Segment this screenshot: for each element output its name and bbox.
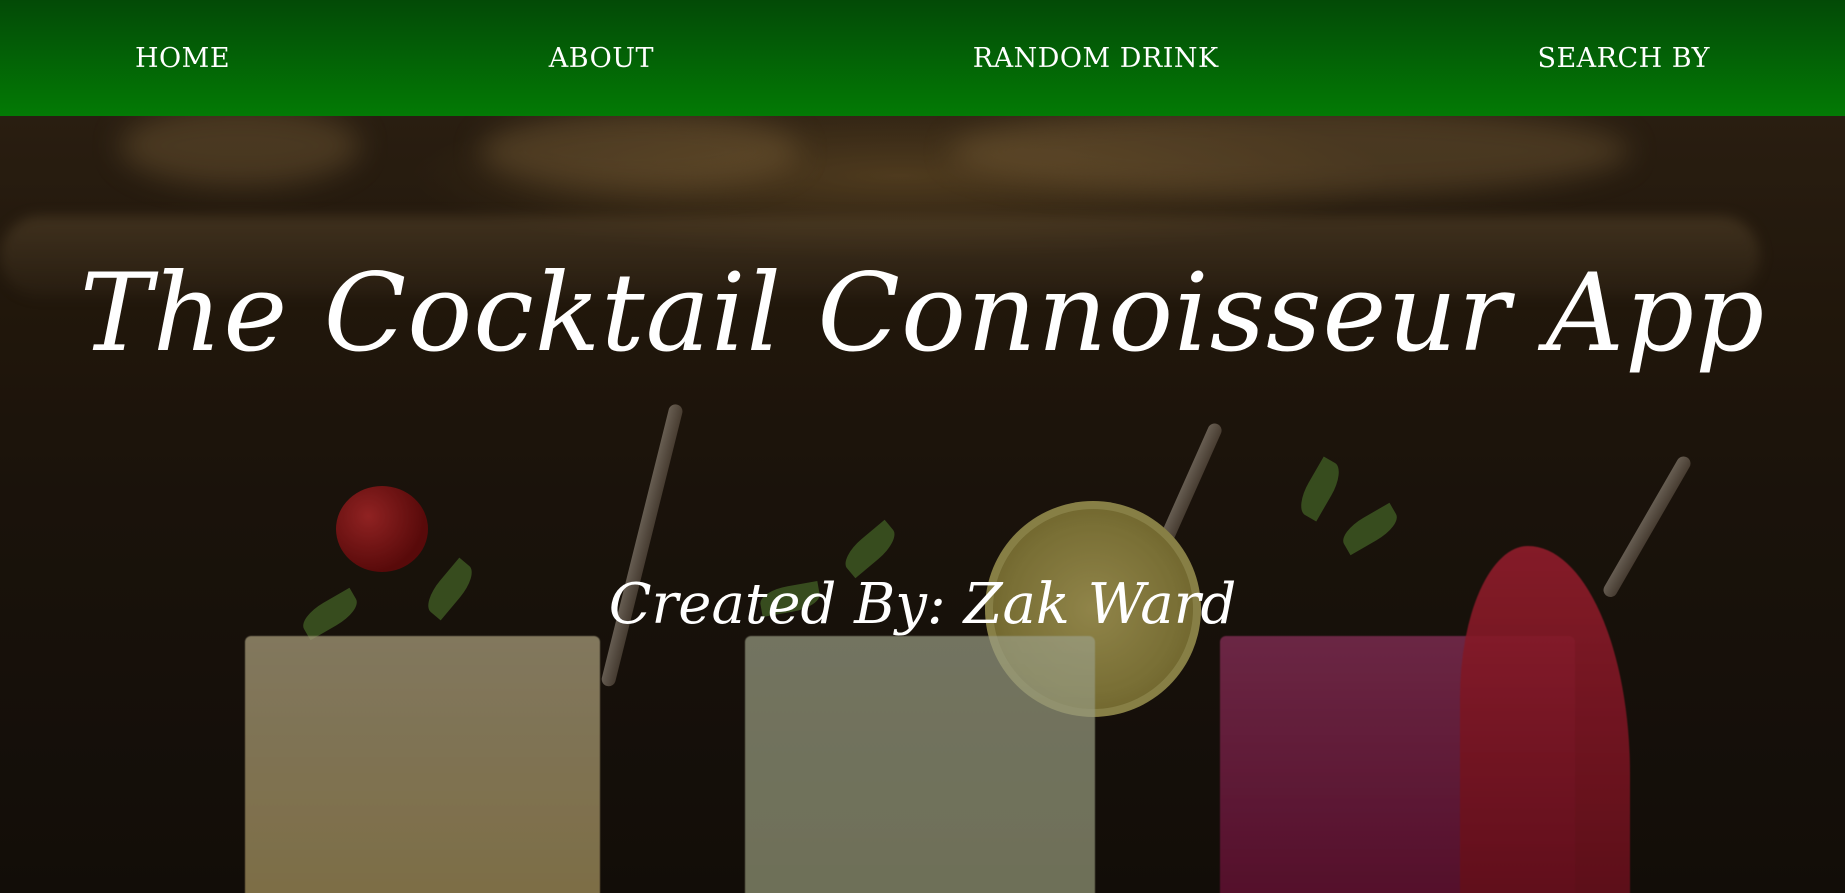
nav-search-by-link[interactable]: SEARCH BY [1537, 43, 1710, 74]
nav-random-drink-link[interactable]: RANDOM DRINK [973, 43, 1219, 74]
page-title: The Cocktail Connoisseur App [79, 251, 1766, 376]
hero-overlay [0, 116, 1845, 893]
nav-home-link[interactable]: HOME [135, 43, 230, 74]
hero-section: The Cocktail Connoisseur App Created By:… [0, 116, 1845, 893]
author-credit: Created By: Zak Ward [608, 572, 1237, 637]
nav-about-link[interactable]: ABOUT [549, 43, 654, 74]
top-navbar: HOME ABOUT RANDOM DRINK SEARCH BY [0, 0, 1845, 116]
